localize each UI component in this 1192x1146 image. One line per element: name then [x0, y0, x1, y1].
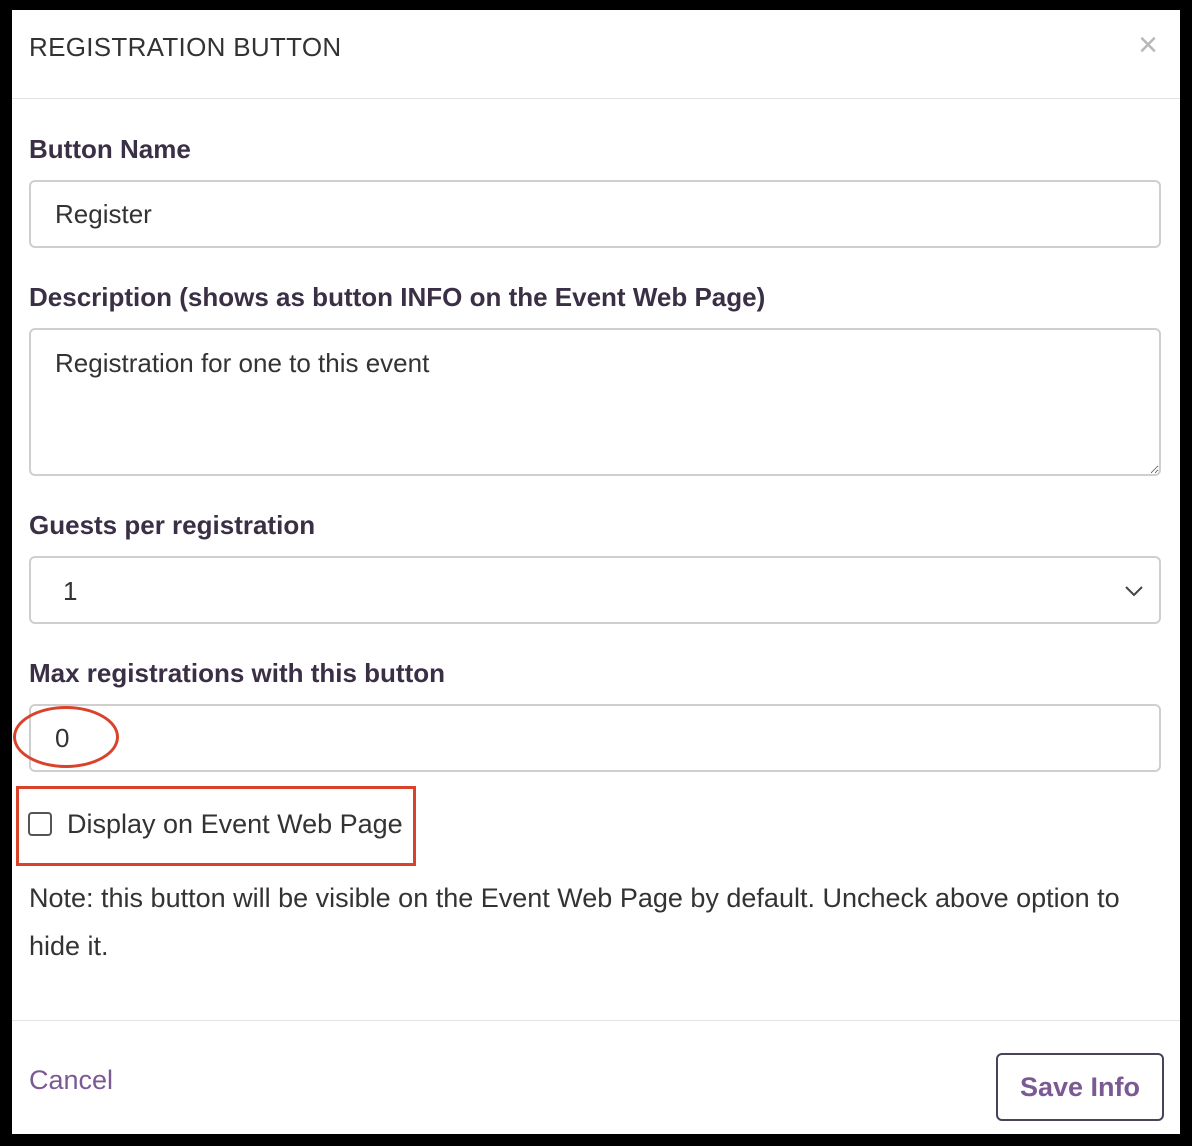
max-registrations-label: Max registrations with this button [29, 658, 446, 688]
guests-select[interactable]: 1 [29, 556, 1161, 624]
save-info-button[interactable]: Save Info [996, 1053, 1164, 1121]
guests-label: Guests per registration [29, 510, 316, 540]
display-on-event-web-page-row: Display on Event Web Page [28, 806, 403, 842]
cancel-link[interactable]: Cancel [29, 1065, 113, 1096]
close-icon[interactable]: × [1136, 28, 1160, 62]
display-on-event-web-page-checkbox[interactable] [28, 812, 52, 836]
button-name-label: Button Name [29, 134, 191, 164]
max-registrations-input[interactable] [29, 704, 1161, 772]
modal-title: REGISTRATION BUTTON [29, 32, 342, 62]
modal-header: REGISTRATION BUTTON × [12, 10, 1180, 99]
registration-button-modal: REGISTRATION BUTTON × Button Name Descri… [12, 10, 1180, 1134]
display-on-event-web-page-label[interactable]: Display on Event Web Page [67, 809, 403, 840]
button-name-input[interactable] [29, 180, 1161, 248]
description-label: Description (shows as button INFO on the… [29, 282, 766, 312]
visibility-note: Note: this button will be visible on the… [29, 883, 1120, 961]
chevron-down-icon [1125, 586, 1143, 597]
description-textarea[interactable]: Registration for one to this event [29, 328, 1161, 476]
annotation-circle [13, 706, 119, 768]
modal-footer: Cancel Save Info [12, 1020, 1180, 1135]
guests-select-value: 1 [63, 576, 78, 606]
